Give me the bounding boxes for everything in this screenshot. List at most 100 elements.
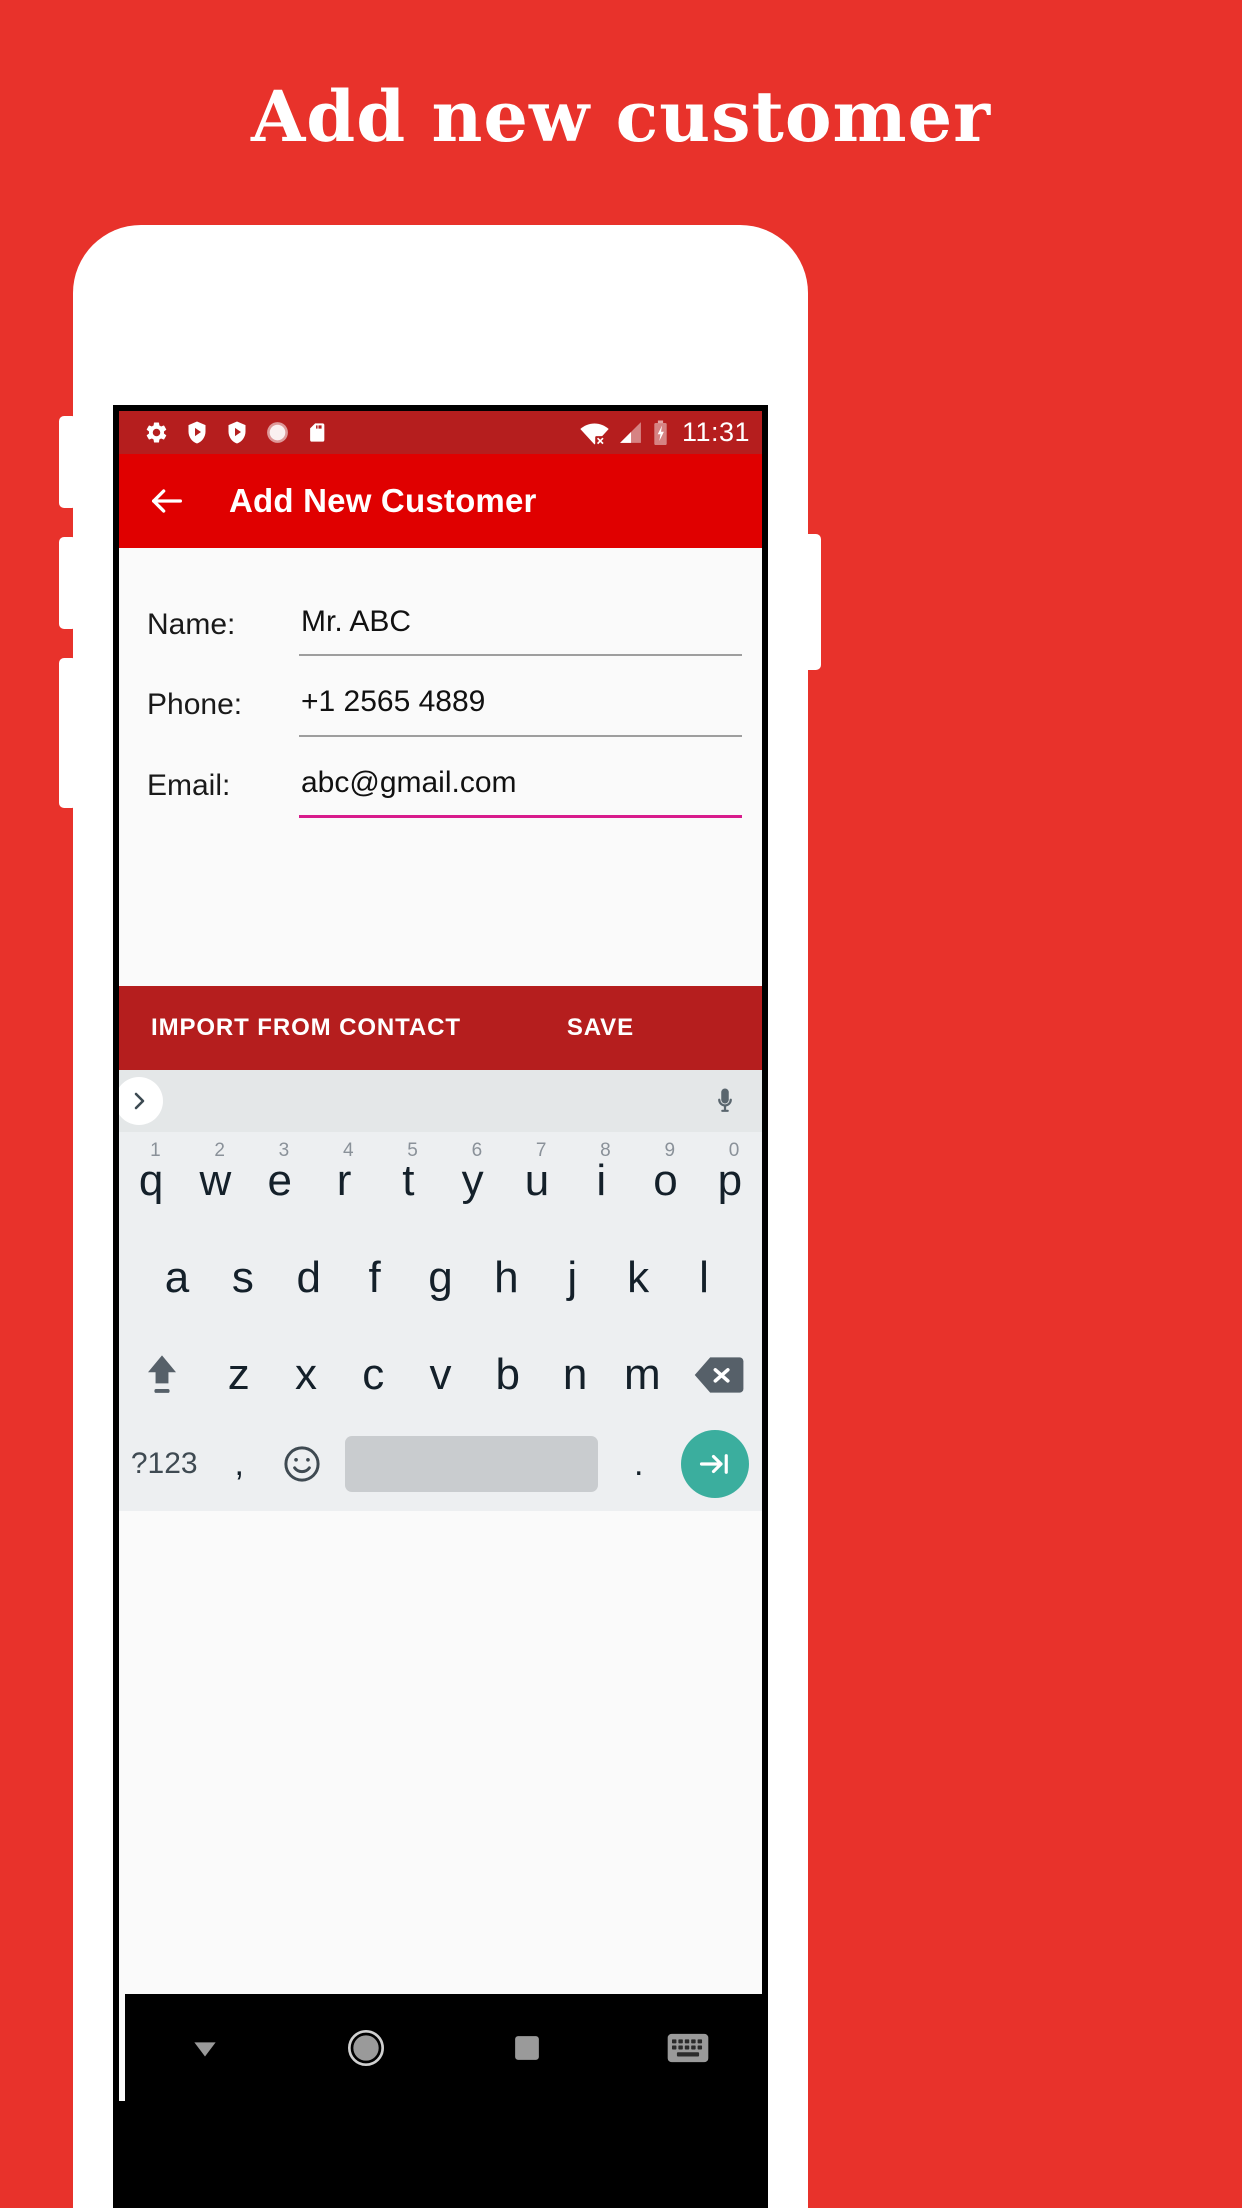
key-hint: 6 bbox=[471, 1140, 483, 1161]
key-n[interactable]: n bbox=[541, 1326, 608, 1423]
key-label: p bbox=[717, 1155, 743, 1205]
keyboard-down-icon[interactable] bbox=[125, 2031, 286, 2065]
chevron-right-icon[interactable] bbox=[119, 1077, 163, 1125]
key-b[interactable]: b bbox=[474, 1326, 541, 1423]
next-field-icon[interactable] bbox=[668, 1423, 762, 1505]
key-f[interactable]: f bbox=[342, 1229, 408, 1326]
key-comma[interactable]: , bbox=[210, 1423, 269, 1505]
home-icon[interactable] bbox=[286, 2028, 447, 2068]
key-v[interactable]: v bbox=[407, 1326, 474, 1423]
key-c[interactable]: c bbox=[340, 1326, 407, 1423]
shield-play-icon bbox=[188, 421, 206, 444]
key-hint: 7 bbox=[535, 1140, 547, 1161]
key-label: i bbox=[596, 1155, 607, 1205]
key-label: e bbox=[267, 1155, 292, 1205]
customer-form: Name: Mr. ABC Phone: +1 2565 4889 Email:… bbox=[119, 548, 762, 986]
keyboard-row-4: ?123 , . bbox=[119, 1423, 762, 1511]
key-t[interactable]: 5t bbox=[376, 1132, 440, 1229]
back-arrow-icon[interactable] bbox=[147, 481, 187, 521]
form-field-phone: Phone: +1 2565 4889 bbox=[119, 672, 762, 737]
key-z[interactable]: z bbox=[205, 1326, 272, 1423]
key-label: o bbox=[653, 1155, 678, 1205]
key-h[interactable]: h bbox=[473, 1229, 539, 1326]
keyboard-switch-icon[interactable] bbox=[607, 2032, 762, 2064]
key-hint: 4 bbox=[342, 1140, 354, 1161]
key-a[interactable]: a bbox=[144, 1229, 210, 1326]
symbols-key[interactable]: ?123 bbox=[119, 1423, 210, 1505]
battery-charging-icon bbox=[654, 420, 667, 445]
key-j[interactable]: j bbox=[539, 1229, 605, 1326]
status-bar-clock: 11:31 bbox=[681, 417, 750, 447]
phone-input-wrapper[interactable]: +1 2565 4889 bbox=[299, 672, 742, 737]
key-d[interactable]: d bbox=[276, 1229, 342, 1326]
email-input[interactable]: abc@gmail.com bbox=[299, 753, 742, 808]
keyboard-row-2: a s d f g h j k l bbox=[119, 1229, 762, 1326]
key-label: t bbox=[402, 1155, 415, 1205]
key-r[interactable]: 4r bbox=[312, 1132, 376, 1229]
key-label: r bbox=[336, 1155, 352, 1205]
key-hint: 0 bbox=[728, 1140, 740, 1161]
key-period[interactable]: . bbox=[609, 1423, 668, 1505]
key-hint: 1 bbox=[150, 1140, 161, 1161]
key-p[interactable]: 0p bbox=[698, 1132, 762, 1229]
wifi-off-icon bbox=[580, 423, 609, 446]
email-input-wrapper[interactable]: abc@gmail.com bbox=[299, 753, 742, 819]
shift-icon[interactable] bbox=[119, 1326, 205, 1423]
form-field-name: Name: Mr. ABC bbox=[119, 592, 762, 657]
key-i[interactable]: 8i bbox=[569, 1132, 633, 1229]
key-y[interactable]: 6y bbox=[440, 1132, 504, 1229]
key-u[interactable]: 7u bbox=[505, 1132, 569, 1229]
key-k[interactable]: k bbox=[605, 1229, 671, 1326]
key-label: y bbox=[461, 1155, 484, 1205]
status-bar: 11:31 bbox=[119, 411, 762, 454]
app-bar: Add New Customer bbox=[119, 454, 762, 548]
space-key[interactable] bbox=[334, 1423, 609, 1505]
key-label: u bbox=[524, 1155, 550, 1205]
backspace-icon[interactable] bbox=[676, 1326, 762, 1423]
key-w[interactable]: 2w bbox=[183, 1132, 247, 1229]
phone-side-button-power bbox=[801, 534, 821, 670]
circle-dotted-icon bbox=[267, 422, 288, 443]
key-hint: 5 bbox=[407, 1140, 418, 1161]
name-input[interactable]: Mr. ABC bbox=[299, 592, 742, 647]
sd-card-icon bbox=[310, 423, 325, 442]
keyboard-row-3: z x c v b n m bbox=[119, 1326, 762, 1423]
microphone-icon[interactable] bbox=[710, 1086, 740, 1116]
name-label: Name: bbox=[147, 608, 236, 641]
import-from-contact-button[interactable]: IMPORT FROM CONTACT bbox=[151, 1014, 461, 1042]
phone-label: Phone: bbox=[147, 688, 243, 722]
form-field-email: Email: abc@gmail.com bbox=[119, 753, 762, 819]
emoji-icon[interactable] bbox=[269, 1423, 335, 1505]
app-bar-title: Add New Customer bbox=[229, 482, 537, 519]
phone-side-button-volume-up bbox=[59, 416, 77, 508]
key-hint: 9 bbox=[664, 1140, 676, 1161]
key-o[interactable]: 9o bbox=[633, 1132, 697, 1229]
on-screen-keyboard: 1q 2w 3e 4r 5t 6y 7u 8i 9o 0p a s d f g … bbox=[119, 1070, 762, 1511]
key-g[interactable]: g bbox=[408, 1229, 474, 1326]
key-label: q bbox=[138, 1155, 164, 1205]
key-s[interactable]: s bbox=[210, 1229, 276, 1326]
key-e[interactable]: 3e bbox=[248, 1132, 312, 1229]
keyboard-suggestion-strip bbox=[119, 1070, 762, 1132]
key-l[interactable]: l bbox=[671, 1229, 737, 1326]
email-label: Email: bbox=[147, 768, 231, 802]
save-button[interactable]: SAVE bbox=[567, 1014, 634, 1042]
status-bar-system-icons: 11:31 bbox=[580, 417, 750, 448]
name-input-wrapper[interactable]: Mr. ABC bbox=[299, 592, 742, 657]
key-hint: 3 bbox=[278, 1140, 290, 1161]
signal-icon bbox=[620, 422, 641, 443]
space-bar[interactable] bbox=[345, 1436, 599, 1492]
status-bar-notification-icons bbox=[144, 420, 580, 445]
page-title: Add new customer bbox=[250, 75, 992, 158]
shield-play-icon bbox=[228, 421, 246, 444]
phone-input[interactable]: +1 2565 4889 bbox=[299, 672, 742, 727]
recents-icon[interactable] bbox=[447, 2033, 608, 2063]
phone-screen: 11:31 Add New Customer Name: Mr. ABC Pho… bbox=[113, 405, 768, 2208]
key-m[interactable]: m bbox=[609, 1326, 676, 1423]
enter-key-circle[interactable] bbox=[681, 1430, 750, 1498]
phone-side-button-volume-down bbox=[59, 537, 77, 629]
android-navigation-bar bbox=[125, 1994, 762, 2101]
key-q[interactable]: 1q bbox=[119, 1132, 183, 1229]
key-x[interactable]: x bbox=[272, 1326, 339, 1423]
key-hint: 2 bbox=[214, 1140, 225, 1161]
